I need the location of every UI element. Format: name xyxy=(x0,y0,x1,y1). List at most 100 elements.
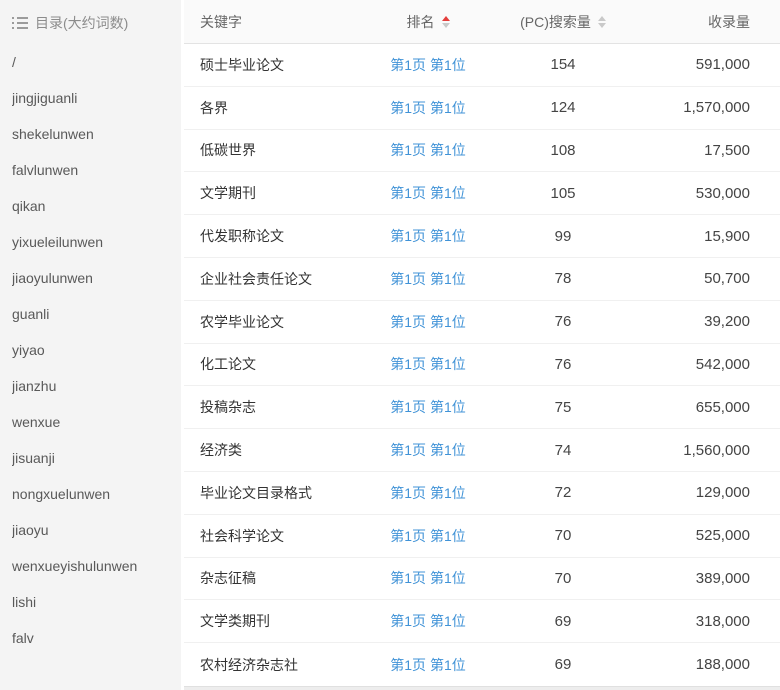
sort-desc-arrow-icon[interactable] xyxy=(442,23,450,28)
directory-list: /jingjiguanlishekelunwenfalvlunwenqikany… xyxy=(12,44,181,656)
sidebar-item-directory[interactable]: jingjiguanli xyxy=(12,80,181,116)
rank-cell: 第1页 第1位 xyxy=(358,397,498,417)
sort-asc-arrow-icon[interactable] xyxy=(442,16,450,21)
column-header-pc-search-label: (PC)搜索量 xyxy=(520,12,591,32)
rank-cell: 第1页 第1位 xyxy=(358,312,498,332)
column-header-keyword: 关键字 xyxy=(184,12,358,32)
pc-search-volume-cell: 72 xyxy=(498,484,628,501)
indexed-count-cell: 655,000 xyxy=(628,399,780,416)
table-row: 化工论文第1页 第1位76542,000 xyxy=(184,344,780,387)
rank-link[interactable]: 第1页 第1位 xyxy=(390,613,465,629)
keyword-cell: 农村经济杂志社 xyxy=(184,655,358,675)
sidebar-item-directory[interactable]: nongxuelunwen xyxy=(12,476,181,512)
sort-icon-pc-search[interactable] xyxy=(598,16,606,28)
sidebar-item-directory[interactable]: wenxue xyxy=(12,404,181,440)
table-row: 企业社会责任论文第1页 第1位7850,700 xyxy=(184,258,780,301)
rank-cell: 第1页 第1位 xyxy=(358,568,498,588)
table-row: 投稿杂志 第1页 第1位 75655,000 xyxy=(184,386,780,429)
rank-link[interactable]: 第1页 第1位 xyxy=(390,100,465,116)
pc-search-volume-cell: 70 xyxy=(498,527,628,544)
rank-link[interactable]: 第1页 第1位 xyxy=(390,314,465,330)
table-row: 杂志征稿第1页 第1位70389,000 xyxy=(184,558,780,601)
keyword-table-panel: 关键字 排名 (PC)搜索量 xyxy=(184,0,780,690)
rank-link[interactable]: 第1页 第1位 xyxy=(390,399,465,415)
list-icon xyxy=(12,16,28,30)
sidebar-item-directory[interactable]: yiyao xyxy=(12,332,181,368)
rank-cell: 第1页 第1位 xyxy=(358,269,498,289)
keyword-cell: 化工论文 xyxy=(184,354,358,374)
sidebar-item-directory[interactable]: jianzhu xyxy=(12,368,181,404)
rank-link[interactable]: 第1页 第1位 xyxy=(390,570,465,586)
keyword-cell: 代发职称论文 xyxy=(184,226,358,246)
table-row: 经济类第1页 第1位741,560,000 xyxy=(184,429,780,472)
sidebar-item-directory[interactable]: jisuanji xyxy=(12,440,181,476)
table-header-row: 关键字 排名 (PC)搜索量 xyxy=(184,0,780,44)
table-row: 农学毕业论文第1页 第1位7639,200 xyxy=(184,301,780,344)
indexed-count-cell: 389,000 xyxy=(628,570,780,587)
pc-search-volume-cell: 78 xyxy=(498,270,628,287)
rank-link[interactable]: 第1页 第1位 xyxy=(390,442,465,458)
rank-link[interactable]: 第1页 第1位 xyxy=(390,356,465,372)
rank-link[interactable]: 第1页 第1位 xyxy=(390,228,465,244)
table-row: 硕士毕业论文 第1页 第1位 154591,000 xyxy=(184,44,780,87)
sidebar-item-directory[interactable]: wenxueyishulunwen xyxy=(12,548,181,584)
sidebar-item-directory[interactable]: / xyxy=(12,44,181,80)
pc-search-volume-cell: 69 xyxy=(498,613,628,630)
rank-cell: 第1页 第1位 xyxy=(358,55,498,75)
table-bottom-strip xyxy=(184,686,780,690)
rank-cell: 第1页 第1位 xyxy=(358,98,498,118)
pc-search-volume-cell: 124 xyxy=(498,99,628,116)
keyword-cell: 硕士毕业论文 xyxy=(184,55,358,75)
rank-link[interactable]: 第1页 第1位 xyxy=(390,271,465,287)
rank-cell: 第1页 第1位 xyxy=(358,483,498,503)
sidebar-item-directory[interactable]: guanli xyxy=(12,296,181,332)
column-header-pc-search[interactable]: (PC)搜索量 xyxy=(498,12,628,32)
column-header-rank-label: 排名 xyxy=(407,12,435,32)
rank-cell: 第1页 第1位 xyxy=(358,526,498,546)
keyword-cell: 投稿杂志 xyxy=(184,397,358,417)
rank-link[interactable]: 第1页 第1位 xyxy=(390,185,465,201)
sidebar-item-directory[interactable]: lishi xyxy=(12,584,181,620)
indexed-count-cell: 15,900 xyxy=(628,228,780,245)
sidebar-item-directory[interactable]: shekelunwen xyxy=(12,116,181,152)
sidebar-item-directory[interactable]: yixueleilunwen xyxy=(12,224,181,260)
keyword-cell: 低碳世界 xyxy=(184,140,358,160)
table-body: 硕士毕业论文第1页 第1位154591,000各界第1页 第1位1241,570… xyxy=(184,44,780,686)
sidebar-item-directory[interactable]: falv xyxy=(12,620,181,656)
rank-link[interactable]: 第1页 第1位 xyxy=(390,528,465,544)
rank-link[interactable]: 第1页 第1位 xyxy=(390,657,465,673)
sidebar-item-directory[interactable]: jiaoyu xyxy=(12,512,181,548)
keyword-cell: 文学期刊 xyxy=(184,183,358,203)
table-row: 社会科学论文第1页 第1位70525,000 xyxy=(184,515,780,558)
table-row: 毕业论文目录格式第1页 第1位72129,000 xyxy=(184,472,780,515)
table-row: 代发职称论文第1页 第1位9915,900 xyxy=(184,215,780,258)
sort-desc-arrow-icon[interactable] xyxy=(598,23,606,28)
sidebar-item-directory[interactable]: jiaoyulunwen xyxy=(12,260,181,296)
indexed-count-cell: 591,000 xyxy=(628,56,780,73)
pc-search-volume-cell: 105 xyxy=(498,185,628,202)
indexed-count-cell: 542,000 xyxy=(628,356,780,373)
pc-search-volume-cell: 69 xyxy=(498,656,628,673)
rank-cell: 第1页 第1位 xyxy=(358,226,498,246)
rank-cell: 第1页 第1位 xyxy=(358,655,498,675)
indexed-count-cell: 525,000 xyxy=(628,527,780,544)
sidebar-item-directory[interactable]: qikan xyxy=(12,188,181,224)
rank-link[interactable]: 第1页 第1位 xyxy=(390,142,465,158)
table-row: 文学类期刊第1页 第1位69318,000 xyxy=(184,600,780,643)
rank-cell: 第1页 第1位 xyxy=(358,611,498,631)
table-row: 文学期刊 第1页 第1位 105530,000 xyxy=(184,172,780,215)
pc-search-volume-cell: 75 xyxy=(498,399,628,416)
sidebar-item-directory[interactable]: falvlunwen xyxy=(12,152,181,188)
indexed-count-cell: 530,000 xyxy=(628,185,780,202)
rank-link[interactable]: 第1页 第1位 xyxy=(390,485,465,501)
indexed-count-cell: 188,000 xyxy=(628,656,780,673)
table-row: 农村经济杂志社 第1页 第1位 69188,000 xyxy=(184,643,780,686)
pc-search-volume-cell: 154 xyxy=(498,56,628,73)
indexed-count-cell: 39,200 xyxy=(628,313,780,330)
column-header-rank[interactable]: 排名 xyxy=(358,12,498,32)
indexed-count-cell: 1,560,000 xyxy=(628,442,780,459)
sort-icon-rank[interactable] xyxy=(442,16,450,28)
keyword-cell: 文学类期刊 xyxy=(184,611,358,631)
sort-asc-arrow-icon[interactable] xyxy=(598,16,606,21)
rank-link[interactable]: 第1页 第1位 xyxy=(390,57,465,73)
